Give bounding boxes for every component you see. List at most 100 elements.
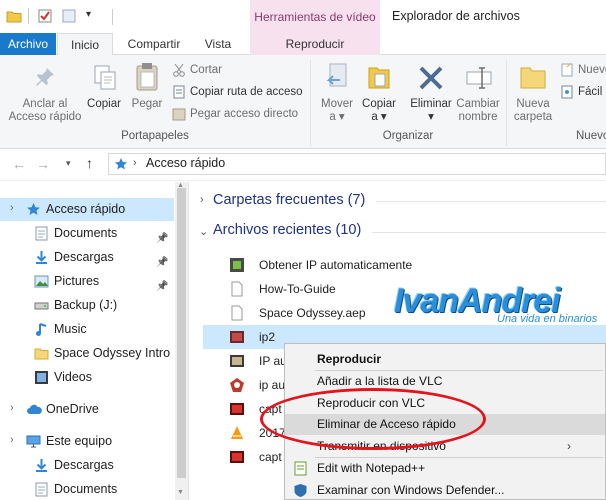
file-name: Obtener IP automaticamente — [259, 258, 413, 272]
cloud-icon — [26, 402, 42, 417]
nav-item-label: Videos — [54, 370, 92, 384]
new-folder-icon[interactable] — [62, 9, 76, 23]
nav-item[interactable]: Backup (J:) — [0, 294, 174, 317]
expand-chevron-icon[interactable]: › — [10, 434, 14, 446]
menu-item-label: Edit with Notepad++ — [317, 461, 426, 475]
section-divider — [376, 201, 606, 202]
delete-button[interactable]: Eliminar ▾ — [406, 98, 456, 124]
computer-icon — [26, 434, 41, 449]
rename-button[interactable]: Cambiar nombre — [454, 98, 502, 124]
qat-divider — [28, 8, 29, 24]
button-label: nombre — [458, 111, 498, 123]
context-menu-item[interactable]: Reproducir — [285, 349, 605, 370]
file-name: ip2 — [259, 330, 276, 344]
recent-locations-chevron-icon[interactable]: ▾ — [66, 158, 71, 169]
nav-item[interactable]: Videos — [0, 366, 174, 389]
button-label: Copiar — [362, 98, 396, 110]
star-icon — [26, 202, 41, 217]
notepad-icon — [293, 461, 308, 476]
button-label: a ▾ — [329, 111, 345, 123]
copy-to-button[interactable]: Copiar a ▾ — [358, 98, 400, 124]
context-menu-item[interactable]: Examinar con Windows Defender... — [285, 480, 605, 500]
easy-access-button[interactable]: Fácil a — [560, 82, 606, 102]
context-menu-item[interactable]: Edit with Notepad++ — [285, 458, 605, 479]
new-item-button[interactable]: Nuevo — [560, 60, 606, 80]
up-arrow-icon[interactable]: ↑ — [86, 155, 93, 171]
scroll-down-icon[interactable]: ▼ — [177, 489, 184, 496]
file-name: ip au — [259, 378, 286, 392]
folder-icon — [34, 346, 49, 361]
copy-to-icon — [367, 62, 391, 95]
music-icon — [34, 322, 49, 337]
window-title: Explorador de archivos — [392, 9, 520, 23]
nav-item[interactable]: Pictures 📌 — [0, 270, 174, 293]
nav-item[interactable]: OneDrive — [0, 398, 174, 421]
context-menu-item[interactable]: Añadir a la lista de VLC — [285, 371, 605, 392]
paste-button[interactable]: Pegar — [128, 98, 166, 111]
nav-item[interactable]: Documents — [0, 478, 174, 500]
new-folder-button[interactable]: Nueva carpeta — [510, 98, 556, 124]
nav-item-label: Documents — [54, 482, 118, 496]
pictures-icon — [34, 274, 49, 289]
nav-item[interactable]: Acceso rápido — [0, 198, 174, 221]
paste-icon — [135, 62, 159, 95]
delete-icon — [418, 65, 444, 94]
nav-item[interactable]: Music — [0, 318, 174, 341]
back-arrow-icon[interactable]: ← — [12, 156, 26, 172]
tab-vista[interactable]: Vista — [190, 33, 246, 55]
app-icon — [229, 377, 245, 393]
pin-quick-access-button[interactable]: Anclar al Acceso rápido — [4, 98, 86, 124]
cut-button[interactable]: Cortar — [172, 60, 222, 80]
qat-dropdown-icon[interactable]: ▾ — [86, 9, 91, 20]
frequent-folders-header[interactable]: Carpetas frecuentes (7) — [213, 192, 365, 208]
nav-scrollbar-thumb[interactable] — [177, 188, 186, 478]
properties-icon[interactable] — [38, 9, 52, 23]
network-settings-icon — [229, 257, 245, 273]
button-label: carpeta — [513, 111, 553, 123]
nav-item[interactable]: Descargas — [0, 454, 174, 477]
forward-arrow-icon[interactable]: → — [36, 156, 50, 172]
button-label: ▾ — [428, 111, 434, 123]
pin-icon — [34, 66, 56, 91]
nav-item[interactable]: Descargas 📌 — [0, 246, 174, 269]
chevron-right-icon[interactable]: › — [200, 194, 204, 206]
folder-icon[interactable] — [6, 9, 22, 23]
move-to-button[interactable]: Mover a ▾ — [316, 98, 358, 124]
pane-divider[interactable] — [188, 182, 189, 500]
document-icon — [34, 482, 49, 497]
defender-icon — [293, 483, 308, 498]
nav-item-label: Pictures — [54, 274, 100, 288]
copy-button[interactable]: Copiar — [84, 98, 124, 111]
copy-path-button[interactable]: Copiar ruta de acceso — [172, 82, 303, 102]
tab-reproducir[interactable]: Reproducir — [250, 33, 380, 55]
chevron-down-icon[interactable]: ⌄ — [199, 225, 208, 238]
group-label-portapapeles: Portapapeles — [121, 130, 189, 142]
tab-compartir[interactable]: Compartir — [120, 33, 188, 55]
nav-item-label: Space Odyssey Intro — [54, 346, 171, 360]
video-file-icon — [229, 449, 245, 465]
nav-item[interactable]: Documents 📌 — [0, 222, 174, 245]
file-row[interactable]: Obtener IP automaticamente — [203, 253, 606, 277]
vlc-icon — [229, 425, 245, 441]
tab-inicio[interactable]: Inicio — [57, 33, 113, 56]
button-label: Cambiar — [456, 98, 500, 110]
text-file-icon — [229, 281, 245, 297]
breadcrumb[interactable]: Acceso rápido — [146, 156, 225, 170]
nav-item-label: Music — [54, 322, 87, 336]
recent-files-header[interactable]: Archivos recientes (10) — [213, 222, 361, 238]
tab-archivo[interactable]: Archivo — [0, 33, 56, 55]
video-tools-tab-group: Herramientas de vídeo — [250, 0, 380, 33]
download-icon — [34, 250, 49, 265]
paste-shortcut-button[interactable]: Pegar acceso directo — [172, 104, 298, 124]
file-name: IP au — [259, 354, 287, 368]
breadcrumb-chevron-icon[interactable]: › — [133, 157, 137, 169]
button-label: Nueva — [516, 98, 550, 110]
expand-chevron-icon[interactable]: › — [10, 202, 14, 214]
group-label-nuevo: Nuevo — [576, 130, 606, 142]
nav-item[interactable]: Este equipo — [0, 430, 174, 453]
new-item-icon — [560, 63, 574, 77]
expand-chevron-icon[interactable]: › — [10, 402, 14, 414]
file-name: How-To-Guide — [259, 282, 336, 296]
qat-divider — [112, 9, 113, 25]
nav-item[interactable]: Space Odyssey Intro — [0, 342, 174, 365]
